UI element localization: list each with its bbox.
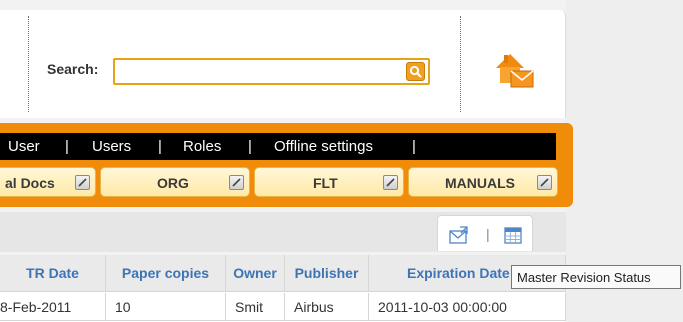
column-header-publisher[interactable]: Publisher	[285, 255, 369, 292]
search-box	[113, 58, 430, 85]
menu-separator: |	[65, 138, 69, 155]
edit-icon[interactable]	[383, 175, 398, 190]
header-divider-left	[28, 16, 29, 112]
edit-icon[interactable]	[75, 175, 90, 190]
menu-item-user[interactable]: User	[8, 138, 40, 155]
menu-item-users[interactable]: Users	[92, 138, 131, 155]
menu-separator: |	[158, 138, 162, 155]
edit-icon[interactable]	[229, 175, 244, 190]
search-icon	[409, 65, 422, 78]
menu-bar: User | Users | Roles | Offline settings …	[0, 133, 556, 160]
tab-flt[interactable]: FLT	[254, 167, 404, 197]
table-cell: 8-Feb-2011	[0, 293, 106, 321]
menu-item-offline-settings[interactable]: Offline settings	[274, 138, 373, 155]
tooltip: Master Revision Status	[511, 265, 681, 289]
header: Search:	[0, 10, 566, 118]
edit-icon[interactable]	[537, 175, 552, 190]
email-icon[interactable]	[448, 224, 470, 246]
tab-org[interactable]: ORG	[100, 167, 250, 197]
tab-label: FLT	[313, 175, 338, 191]
column-header-owner[interactable]: Owner	[226, 255, 285, 292]
calendar-icon[interactable]	[502, 224, 524, 246]
column-header-paper-copies[interactable]: Paper copies	[106, 255, 226, 292]
menu-item-roles[interactable]: Roles	[183, 138, 221, 155]
menu-separator: |	[248, 138, 252, 155]
tab-manuals[interactable]: MANUALS	[408, 167, 558, 197]
home-mail-icon[interactable]	[492, 50, 540, 90]
search-input[interactable]	[115, 60, 400, 83]
table-cell: Airbus	[285, 293, 369, 321]
main-panel: Search: User | Users | Roles | Offline s…	[0, 0, 573, 322]
toolbar: |	[437, 215, 533, 251]
documents-table: TR Date Paper copies Owner Publisher Exp…	[0, 255, 566, 322]
menu-separator: |	[412, 138, 416, 155]
tab-label: ORG	[157, 175, 189, 191]
menu-area: User | Users | Roles | Offline settings …	[0, 123, 573, 207]
table-cell: Smit	[226, 293, 285, 321]
table-cell: 10	[106, 293, 226, 321]
search-label: Search:	[47, 61, 99, 77]
tab-label: al Docs	[5, 175, 55, 191]
search-button[interactable]	[406, 62, 425, 81]
table-cell: 2011-10-03 00:00:00	[369, 293, 566, 321]
toolbar-separator: |	[486, 226, 490, 242]
tab-label: MANUALS	[445, 175, 515, 191]
header-divider-right	[460, 16, 461, 112]
column-header-tr-date[interactable]: TR Date	[0, 255, 106, 292]
tab-documents[interactable]: al Docs	[0, 167, 96, 197]
